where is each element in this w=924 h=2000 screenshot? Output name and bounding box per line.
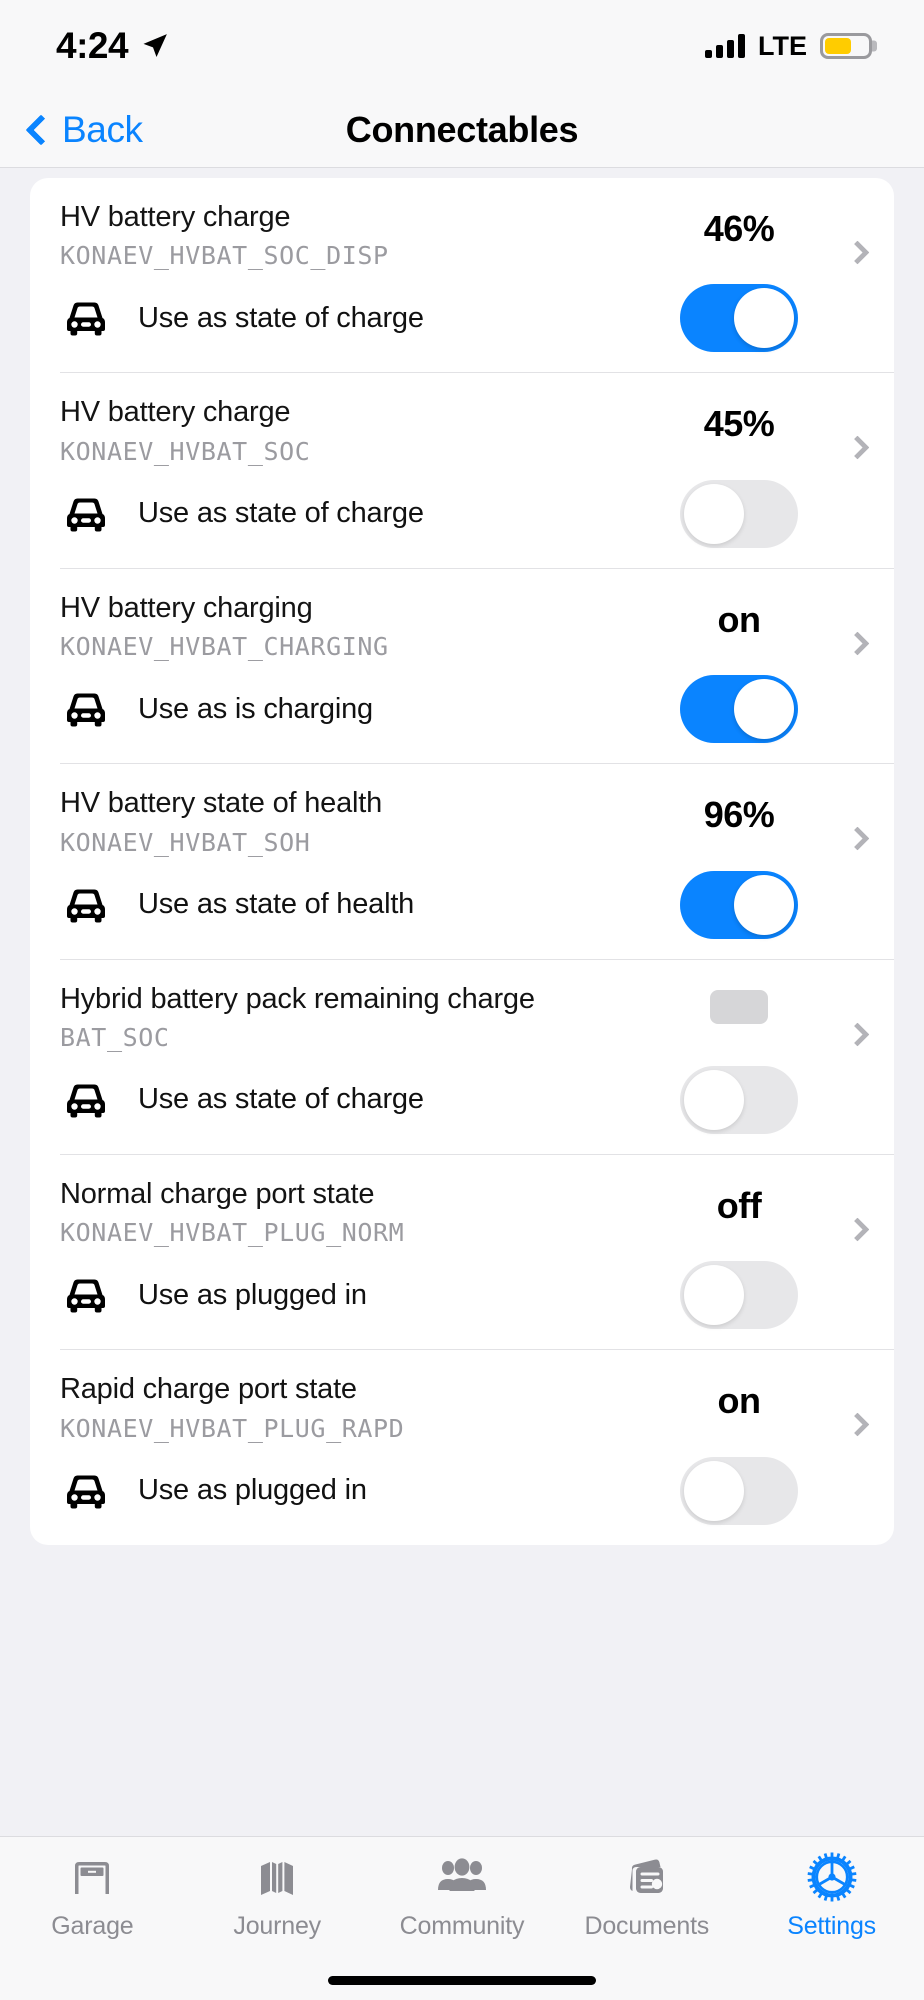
item-value: 96% <box>703 794 775 836</box>
item-name: HV battery charging <box>60 591 313 624</box>
cellular-signal-icon <box>705 34 745 58</box>
car-icon <box>60 1275 116 1315</box>
list-item[interactable]: HV battery charge KONAEV_HVBAT_SOC 45% U… <box>30 372 894 567</box>
tab-settings[interactable]: Settings <box>739 1851 924 1941</box>
map-icon <box>253 1851 301 1903</box>
back-button[interactable]: Back <box>25 108 143 151</box>
item-toggle[interactable] <box>680 1065 798 1134</box>
item-name: HV battery state of health <box>60 787 383 820</box>
tab-label: Settings <box>787 1912 876 1940</box>
status-bar-clock: 4:24 <box>56 25 129 66</box>
item-name: HV battery charge <box>60 396 291 429</box>
network-type-label: LTE <box>758 30 807 61</box>
garage-icon <box>68 1851 116 1903</box>
back-button-label: Back <box>62 108 143 150</box>
item-code: KONAEV_HVBAT_CHARGING <box>60 632 389 662</box>
list-item[interactable]: Rapid charge port state KONAEV_HVBAT_PLU… <box>30 1349 894 1544</box>
car-icon <box>60 298 116 338</box>
status-bar-right: LTE <box>705 31 872 62</box>
car-icon <box>60 1080 116 1120</box>
list-item[interactable]: HV battery charging KONAEV_HVBAT_CHARGIN… <box>30 567 894 763</box>
car-icon <box>60 494 116 534</box>
item-sub-label: Use as state of health <box>138 888 415 920</box>
connectables-card: HV battery charge KONAEV_HVBAT_SOC_DISP … <box>30 178 894 1545</box>
connectables-list-scroll[interactable]: HV battery charge KONAEV_HVBAT_SOC_DISP … <box>0 168 924 1836</box>
home-indicator-area <box>0 1960 924 2000</box>
people-icon <box>437 1851 487 1903</box>
item-code: KONAEV_HVBAT_SOC <box>60 436 311 466</box>
location-arrow-icon <box>143 34 167 57</box>
item-name: HV battery charge <box>60 201 291 233</box>
item-value-placeholder <box>710 989 768 1024</box>
item-toggle[interactable] <box>680 675 798 744</box>
tab-community[interactable]: Community <box>370 1851 555 1941</box>
item-value: on <box>717 1380 761 1422</box>
car-icon <box>60 1471 116 1511</box>
app-root: 4:24 LTE Back Connectables HV battery ch… <box>0 0 924 2000</box>
item-value: 45% <box>703 403 775 445</box>
home-indicator[interactable] <box>328 1975 596 1985</box>
car-icon <box>60 689 116 729</box>
list-item[interactable]: Normal charge port state KONAEV_HVBAT_PL… <box>30 1153 894 1349</box>
tab-label: Documents <box>584 1912 710 1940</box>
tab-garage[interactable]: Garage <box>0 1851 185 1941</box>
tab-label: Community <box>399 1912 525 1940</box>
car-icon <box>60 885 116 925</box>
item-code: KONAEV_HVBAT_SOC_DISP <box>60 241 389 271</box>
item-sub-label: Use as plugged in <box>138 1278 367 1311</box>
item-value: 46% <box>703 208 775 249</box>
status-bar: 4:24 LTE <box>0 0 924 92</box>
tab-documents[interactable]: Documents <box>554 1851 739 1941</box>
item-toggle[interactable] <box>680 284 798 353</box>
status-bar-left: 4:24 <box>56 25 170 67</box>
gear-icon <box>807 1851 857 1903</box>
documents-icon <box>623 1851 671 1903</box>
tab-label: Journey <box>233 1912 321 1940</box>
item-sub-label: Use as plugged in <box>138 1474 367 1507</box>
tab-bar: Garage Journey Community Documents Setti… <box>0 1836 924 1960</box>
item-value: off <box>716 1184 762 1226</box>
list-item[interactable]: Hybrid battery pack remaining charge BAT… <box>30 958 894 1154</box>
item-toggle[interactable] <box>680 1261 798 1330</box>
item-sub-label: Use as is charging <box>138 692 373 725</box>
item-code: KONAEV_HVBAT_PLUG_RAPD <box>60 1413 405 1443</box>
item-code: BAT_SOC <box>60 1022 170 1052</box>
list-item[interactable]: HV battery charge KONAEV_HVBAT_SOC_DISP … <box>30 178 894 372</box>
item-name: Hybrid battery pack remaining charge <box>60 982 535 1015</box>
item-code: KONAEV_HVBAT_PLUG_NORM <box>60 1218 405 1248</box>
list-item[interactable]: HV battery state of health KONAEV_HVBAT_… <box>30 763 894 958</box>
tab-label: Garage <box>51 1912 134 1940</box>
item-code: KONAEV_HVBAT_SOH <box>60 827 311 857</box>
item-name: Rapid charge port state <box>60 1373 357 1406</box>
chevron-left-icon <box>25 113 57 146</box>
battery-icon <box>820 33 872 59</box>
item-sub-label: Use as state of charge <box>138 497 424 530</box>
navigation-bar: Back Connectables <box>0 92 924 168</box>
item-value: on <box>717 598 761 640</box>
item-name: Normal charge port state <box>60 1177 375 1210</box>
item-sub-label: Use as state of charge <box>138 1083 424 1116</box>
item-toggle[interactable] <box>680 479 798 548</box>
tab-journey[interactable]: Journey <box>185 1851 370 1941</box>
item-sub-label: Use as state of charge <box>138 301 424 334</box>
item-toggle[interactable] <box>680 1456 798 1525</box>
item-toggle[interactable] <box>680 870 798 939</box>
